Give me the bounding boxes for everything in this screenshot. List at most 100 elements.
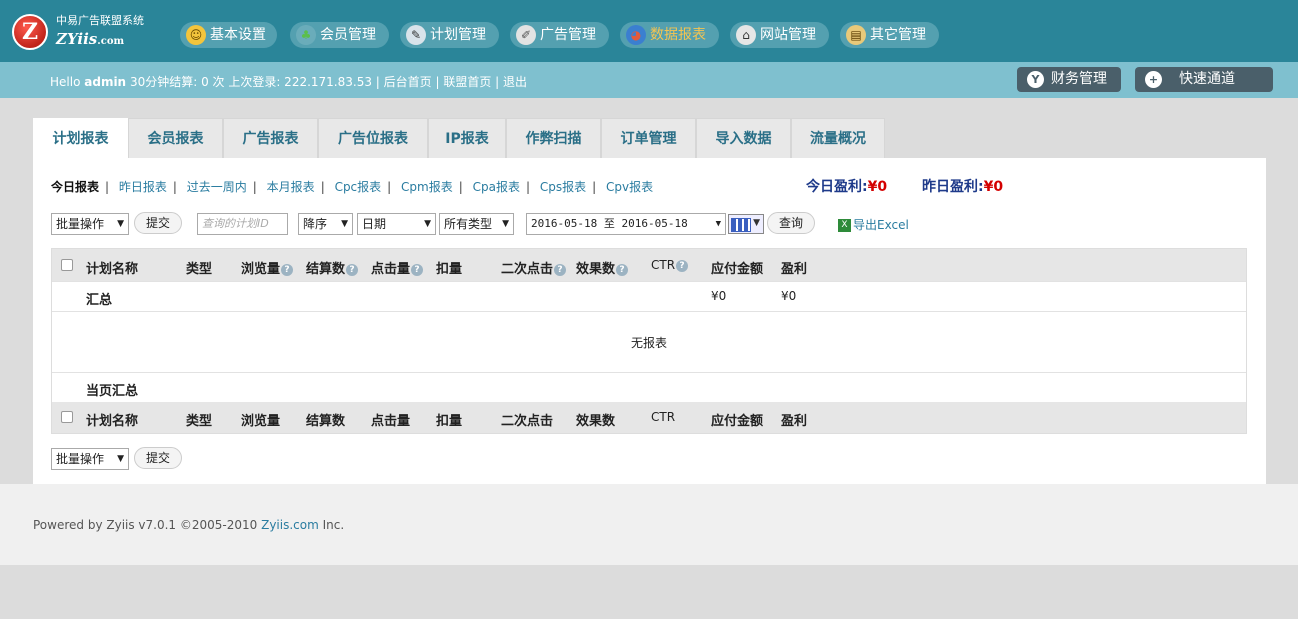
export-excel-link[interactable]: X 导出Excel: [838, 216, 909, 233]
tab-orders[interactable]: 订单管理: [601, 118, 696, 158]
select-all-checkbox[interactable]: [61, 259, 73, 271]
link-cpa[interactable]: Cpa报表: [473, 180, 520, 194]
other-icon: ▤: [846, 25, 866, 45]
date-field-select[interactable]: 日期 ▼: [357, 213, 436, 235]
excel-icon: X: [838, 219, 851, 232]
top-header: Z 中易广告联盟系统 ZYiis.com ☺ 基本设置 ♣ 会员管理 ✎ 计划管…: [0, 0, 1298, 62]
help-icon[interactable]: ?: [346, 264, 359, 276]
nav-other[interactable]: ▤ 其它管理: [840, 22, 939, 48]
nav-members[interactable]: ♣ 会员管理: [290, 22, 389, 48]
link-this-month[interactable]: 本月报表: [267, 180, 315, 194]
link-yesterday[interactable]: 昨日报表: [119, 180, 167, 194]
plan-icon: ✎: [406, 25, 426, 45]
tab-traffic[interactable]: 流量概况: [791, 118, 885, 158]
col-effects-label: 效果数: [576, 262, 616, 277]
export-label: 导出Excel: [853, 218, 909, 232]
col-second-click: 二次点击?: [501, 258, 567, 277]
nav-ads[interactable]: ✐ 广告管理: [510, 22, 609, 48]
type-select[interactable]: 所有类型 ▼: [439, 213, 514, 235]
col-plan-name: 计划名称: [86, 414, 139, 429]
summary-label: 汇总: [86, 293, 113, 308]
login-info: Hello admin 30分钟结算: 0 次 上次登录: 222.171.83…: [50, 73, 527, 90]
nav-label: 其它管理: [870, 27, 926, 43]
col-second-click-label: 二次点击: [501, 262, 554, 277]
page-summary-row: 当页汇总: [52, 372, 1246, 402]
batch-select-bottom[interactable]: 批量操作 ▼: [51, 448, 129, 470]
col-views: 浏览量: [241, 414, 281, 429]
date-range-select[interactable]: 2016-05-18 至 2016-05-18 ▼: [526, 213, 726, 235]
report-tabs: 计划报表 会员报表 广告报表 广告位报表 IP报表 作弊扫描 订单管理 导入数据…: [33, 118, 1266, 158]
link-cpv[interactable]: Cpv报表: [606, 180, 653, 194]
link-cps[interactable]: Cps报表: [540, 180, 586, 194]
col-ctr: CTR: [651, 410, 676, 424]
date-field-value: 日期: [362, 217, 387, 231]
chevron-down-icon: ▼: [502, 219, 509, 229]
col-deduct: 扣量: [436, 414, 463, 429]
link-today[interactable]: 今日报表: [51, 180, 99, 194]
nav-label: 数据报表: [650, 27, 706, 43]
help-icon[interactable]: ?: [554, 264, 567, 276]
report-icon: ◕: [626, 25, 646, 45]
tab-import[interactable]: 导入数据: [696, 118, 791, 158]
tab-adzone-report[interactable]: 广告位报表: [318, 118, 428, 158]
nav-basic-settings[interactable]: ☺ 基本设置: [180, 22, 277, 48]
nav-plans[interactable]: ✎ 计划管理: [400, 22, 499, 48]
today-profit-label: 今日盈利:: [806, 179, 868, 195]
plan-id-search-input[interactable]: 查询的计划ID: [197, 213, 288, 235]
col-clicks: 点击量?: [371, 258, 424, 277]
link-last-week[interactable]: 过去一周内: [187, 180, 247, 194]
tab-member-report[interactable]: 会员报表: [128, 118, 223, 158]
help-icon[interactable]: ?: [281, 264, 294, 276]
tab-ad-report[interactable]: 广告报表: [223, 118, 318, 158]
plus-icon: +: [1145, 71, 1162, 88]
order-select[interactable]: 降序 ▼: [298, 213, 353, 235]
user-icon: ☺: [186, 25, 206, 45]
nav-label: 会员管理: [320, 27, 376, 43]
col-settled: 结算数?: [306, 258, 359, 277]
calendar-grid: [731, 218, 751, 232]
report-table: 计划名称 类型 浏览量? 结算数? 点击量? 扣量 二次点击? 效果数? CTR…: [51, 248, 1247, 434]
submit-button-bottom[interactable]: 提交: [134, 447, 182, 469]
col-payable: 应付金额: [711, 262, 764, 277]
link-cpc[interactable]: Cpc报表: [335, 180, 382, 194]
col-views: 浏览量?: [241, 258, 294, 277]
footer-link[interactable]: Zyiis.com: [261, 518, 319, 532]
col-ctr-label: CTR: [651, 258, 676, 272]
chevron-down-icon: ▼: [424, 219, 431, 229]
col-deduct: 扣量: [436, 262, 463, 277]
shortcut-button[interactable]: + 快速通道: [1135, 67, 1273, 92]
footer-text: Powered by Zyiis v7.0.1 ©2005-2010 Zyiis…: [33, 518, 344, 532]
tab-fraud-scan[interactable]: 作弊扫描: [506, 118, 601, 158]
nav-data-reports[interactable]: ◕ 数据报表: [620, 22, 719, 48]
members-icon: ♣: [296, 25, 316, 45]
shortcut-label: 快速通道: [1179, 71, 1235, 87]
query-button[interactable]: 查询: [767, 212, 815, 234]
batch-select[interactable]: 批量操作 ▼: [51, 213, 129, 235]
finance-label: 财务管理: [1051, 71, 1107, 87]
main-content: 计划报表 会员报表 广告报表 广告位报表 IP报表 作弊扫描 订单管理 导入数据…: [33, 118, 1266, 484]
nav-sites[interactable]: ⌂ 网站管理: [730, 22, 829, 48]
help-icon[interactable]: ?: [676, 260, 689, 272]
empty-row: 无报表: [52, 311, 1246, 372]
status-bar: Hello admin 30分钟结算: 0 次 上次登录: 222.171.83…: [0, 62, 1298, 98]
tab-ip-report[interactable]: IP报表: [428, 118, 506, 158]
login-details[interactable]: 30分钟结算: 0 次 上次登录: 222.171.83.53 | 后台首页 |…: [130, 75, 527, 89]
help-icon[interactable]: ?: [616, 264, 629, 276]
nav-label: 网站管理: [760, 27, 816, 43]
username: admin: [84, 75, 127, 89]
col-plan-name[interactable]: 计划名称: [86, 258, 138, 277]
logo[interactable]: Z 中易广告联盟系统 ZYiis.com: [12, 12, 172, 54]
yesterday-profit-value: ¥0: [983, 179, 1004, 195]
chevron-down-icon: ▼: [117, 219, 124, 229]
link-cpm[interactable]: Cpm报表: [401, 180, 453, 194]
submit-button[interactable]: 提交: [134, 212, 182, 234]
help-icon[interactable]: ?: [411, 264, 424, 276]
tab-plan-report[interactable]: 计划报表: [33, 118, 128, 158]
ad-icon: ✐: [516, 25, 536, 45]
select-all-checkbox-bottom[interactable]: [61, 411, 73, 423]
logo-title-en: ZYiis.com: [56, 30, 125, 48]
col-second-click: 二次点击: [501, 414, 554, 429]
table-header: 计划名称 类型 浏览量? 结算数? 点击量? 扣量 二次点击? 效果数? CTR…: [52, 249, 1246, 281]
finance-button[interactable]: Y 财务管理: [1017, 67, 1121, 92]
calendar-icon[interactable]: ▼: [728, 214, 764, 234]
